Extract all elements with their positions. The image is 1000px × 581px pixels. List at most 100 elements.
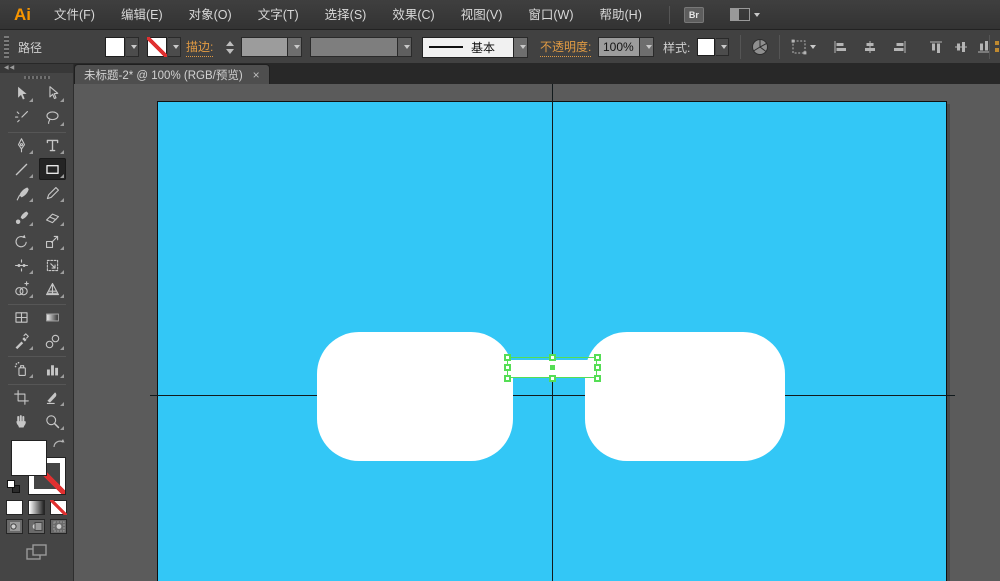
distribute-icon-partial[interactable]: [994, 30, 1000, 64]
rounded-rect-shape-right[interactable]: [585, 332, 785, 461]
menu-file[interactable]: 文件(F): [41, 0, 108, 30]
toolbar-collapse-button[interactable]: ◀◀: [0, 64, 73, 73]
default-fill-stroke-icon[interactable]: [7, 480, 20, 493]
align-h-center-button[interactable]: [862, 30, 878, 64]
selection-handle-s[interactable]: [549, 375, 556, 382]
menu-edit[interactable]: 编辑(E): [108, 0, 176, 30]
perspective-grid-tool[interactable]: [39, 278, 66, 300]
slice-tool[interactable]: [39, 386, 66, 408]
rotate-tool[interactable]: [8, 230, 35, 252]
mesh-tool[interactable]: [8, 306, 35, 328]
opacity-dropdown[interactable]: [640, 37, 654, 57]
stepper-down-icon[interactable]: [226, 49, 234, 54]
bounding-box-icon: [790, 38, 808, 56]
type-tool[interactable]: [39, 134, 66, 156]
fill-color-dropdown[interactable]: [126, 30, 139, 64]
selection-handle-e[interactable]: [594, 364, 601, 371]
selection-handle-n[interactable]: [549, 354, 556, 361]
control-bar-grip[interactable]: [4, 30, 9, 64]
gradient-mode-button[interactable]: [28, 500, 45, 515]
fill-color-swatch[interactable]: [105, 30, 125, 64]
draw-normal-button[interactable]: [6, 519, 23, 534]
horizontal-guide-line: [150, 395, 955, 396]
color-mode-button[interactable]: [6, 500, 23, 515]
stroke-weight-field[interactable]: [241, 30, 302, 64]
style-label: 样式:: [663, 30, 690, 64]
magic-wand-tool[interactable]: [8, 106, 35, 128]
draw-behind-button[interactable]: [28, 519, 45, 534]
selection-tool[interactable]: [8, 82, 35, 104]
line-segment-tool[interactable]: [8, 158, 35, 180]
selection-center-point[interactable]: [550, 365, 555, 370]
toolbar-grip[interactable]: [0, 73, 73, 82]
eraser-tool[interactable]: [39, 206, 66, 228]
menu-window[interactable]: 窗口(W): [515, 0, 586, 30]
selection-handle-nw[interactable]: [504, 354, 511, 361]
direct-selection-tool[interactable]: [39, 82, 66, 104]
blend-tool[interactable]: [39, 330, 66, 352]
fill-swatch-white[interactable]: [11, 440, 47, 476]
tab-close-icon[interactable]: ×: [253, 68, 260, 82]
stroke-weight-stepper[interactable]: [226, 30, 236, 64]
align-left-button[interactable]: [832, 30, 848, 64]
menu-view[interactable]: 视图(V): [448, 0, 516, 30]
document-tab[interactable]: 未标题-2* @ 100% (RGB/预览) ×: [74, 64, 270, 84]
hand-tool[interactable]: [8, 410, 35, 432]
chevron-down-icon: [754, 13, 760, 17]
none-mode-button[interactable]: [50, 500, 67, 515]
canvas-viewport[interactable]: [74, 84, 1000, 581]
chevron-down-icon: [404, 45, 410, 49]
stepper-up-icon[interactable]: [226, 41, 234, 46]
column-graph-tool[interactable]: [39, 358, 66, 380]
align-top-button[interactable]: [928, 30, 944, 64]
eyedropper-tool[interactable]: [8, 330, 35, 352]
graphic-style-swatch[interactable]: [697, 30, 715, 64]
transform-panel-button[interactable]: [790, 30, 816, 64]
menu-type[interactable]: 文字(T): [245, 0, 312, 30]
free-transform-tool[interactable]: [39, 254, 66, 276]
rectangle-tool[interactable]: [39, 158, 66, 180]
chevron-down-icon: [721, 45, 727, 49]
selection-handle-w[interactable]: [504, 364, 511, 371]
swap-fill-stroke-icon[interactable]: [52, 438, 66, 457]
gradient-tool[interactable]: [39, 306, 66, 328]
lasso-tool[interactable]: [39, 106, 66, 128]
align-right-button[interactable]: [892, 30, 908, 64]
opacity-panel-link[interactable]: 不透明度:: [540, 37, 591, 57]
paintbrush-tool[interactable]: [8, 182, 35, 204]
selection-handle-se[interactable]: [594, 375, 601, 382]
selection-handle-sw[interactable]: [504, 375, 511, 382]
menu-effect[interactable]: 效果(C): [379, 0, 447, 30]
brush-definition-dropdown[interactable]: [310, 30, 412, 64]
pen-tool[interactable]: [8, 134, 35, 156]
width-tool[interactable]: [8, 254, 35, 276]
scale-tool[interactable]: [39, 230, 66, 252]
artboard-tool[interactable]: [8, 386, 35, 408]
graphic-style-dropdown[interactable]: [716, 30, 729, 64]
shape-builder-tool[interactable]: [8, 278, 35, 300]
screen-mode-button[interactable]: [0, 544, 73, 562]
stroke-style-combo[interactable]: 基本: [422, 30, 528, 64]
opacity-field[interactable]: 100%: [598, 30, 654, 64]
menu-select[interactable]: 选择(S): [312, 0, 380, 30]
stroke-weight-dropdown[interactable]: [288, 37, 302, 57]
bridge-button[interactable]: Br: [684, 7, 704, 23]
stroke-panel-link[interactable]: 描边:: [186, 37, 213, 57]
rounded-rect-shape-left[interactable]: [317, 332, 513, 461]
selection-handle-ne[interactable]: [594, 354, 601, 361]
align-v-center-button[interactable]: [953, 30, 969, 64]
symbol-sprayer-tool[interactable]: [8, 358, 35, 380]
pencil-tool[interactable]: [39, 182, 66, 204]
stroke-color-dropdown[interactable]: [168, 30, 181, 64]
stroke-style-dropdown[interactable]: [514, 37, 528, 58]
menu-object[interactable]: 对象(O): [176, 0, 245, 30]
menu-help[interactable]: 帮助(H): [587, 0, 655, 30]
stroke-color-swatch[interactable]: [147, 30, 167, 64]
blob-brush-tool[interactable]: [8, 206, 35, 228]
chevron-down-icon: [173, 45, 179, 49]
zoom-tool[interactable]: [39, 410, 66, 432]
draw-inside-button[interactable]: [50, 519, 67, 534]
recolor-artwork-button[interactable]: [751, 30, 769, 64]
menu-separator: [669, 6, 670, 24]
workspace-switcher-button[interactable]: [730, 8, 760, 21]
